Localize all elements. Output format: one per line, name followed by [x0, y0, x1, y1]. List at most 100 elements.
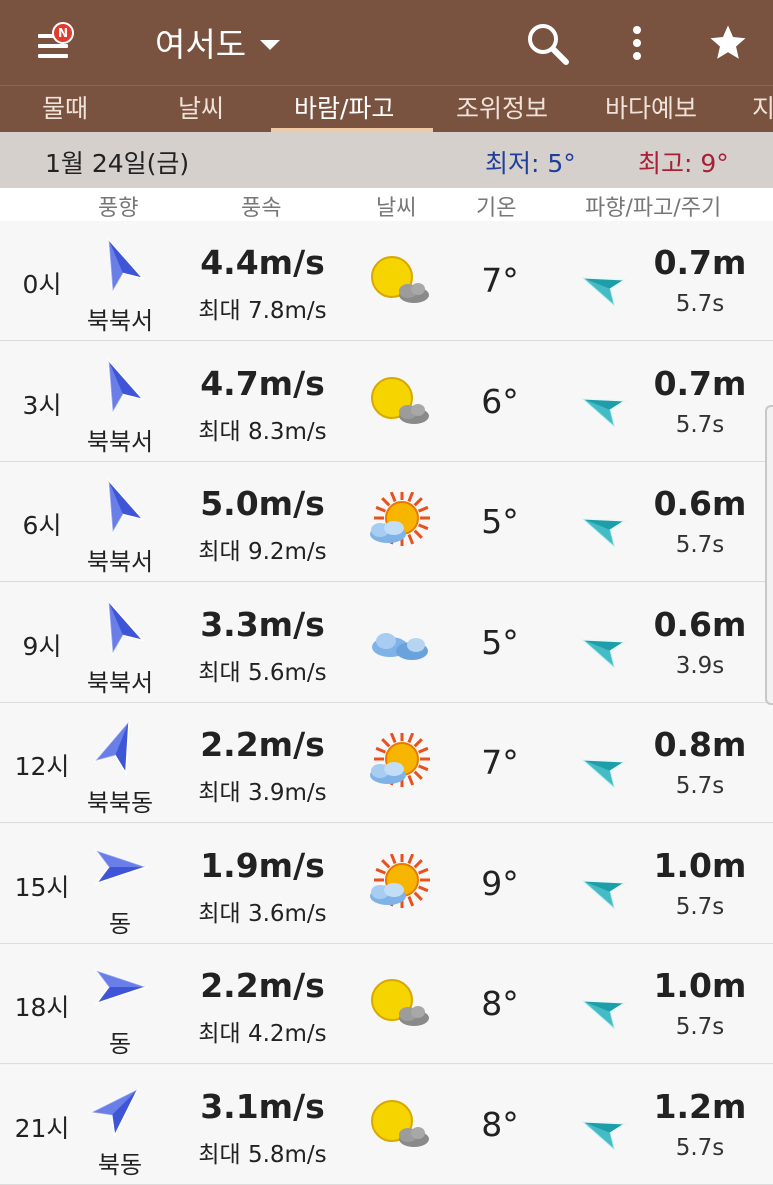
wave-direction-arrow-icon [578, 864, 628, 914]
wind-speed: 2.2m/s [200, 966, 325, 1005]
wave-period: 5.7s [675, 1014, 725, 1040]
wave-height: 0.6m [653, 484, 747, 523]
wave-direction-arrow-icon [578, 261, 628, 311]
wind-speed: 1.9m/s [200, 845, 325, 885]
temperature: 9° [481, 863, 519, 903]
wind-direction-label: 동 [108, 1030, 132, 1058]
col-wave: 파향/파고/주기 [585, 196, 722, 221]
temperature: 7° [481, 743, 519, 782]
wind-direction-label: 북북서 [86, 427, 154, 456]
max-wind-speed: 최대 7.8m/s [198, 298, 327, 324]
wind-direction-arrow-icon [88, 715, 150, 777]
tab-more[interactable]: 지 [752, 86, 773, 133]
search-button[interactable] [522, 18, 572, 68]
wind-speed: 4.4m/s [200, 243, 325, 282]
temperature: 5° [481, 502, 519, 541]
max-wind-speed: 최대 3.9m/s [198, 780, 327, 806]
forecast-row[interactable]: 12시 북북동 2.2m/s 최대 3.9m/s 7° 0.8m 5.7s [0, 703, 773, 823]
wave-direction-arrow-icon [578, 502, 628, 552]
col-wind-dir: 풍향 [98, 196, 139, 221]
row-hour: 3시 [22, 390, 62, 420]
location-selector[interactable]: 여서도 [155, 20, 281, 64]
wind-direction-label: 북동 [97, 1150, 143, 1179]
wave-period: 5.7s [675, 411, 725, 438]
wind-direction-arrow-icon [88, 956, 150, 1018]
wave-height: 0.7m [653, 363, 747, 403]
sun-behind-cloud-icon [366, 974, 432, 1034]
more-options-button[interactable] [612, 18, 662, 68]
wave-direction-arrow-icon [578, 382, 628, 432]
forecast-row[interactable]: 6시 북북서 5.0m/s 최대 9.2m/s 5° 0.6m 5.7s [0, 462, 773, 582]
wind-direction-arrow-icon [88, 595, 150, 657]
row-hour: 12시 [14, 752, 70, 781]
tab-tide[interactable]: 물때 [42, 86, 88, 133]
wave-period: 5.7s [675, 291, 725, 317]
col-temp: 기온 [476, 196, 517, 221]
wave-direction-arrow-icon [578, 743, 628, 793]
wind-speed: 3.1m/s [200, 1086, 325, 1126]
app-bar: N 여서도 [0, 0, 773, 85]
max-wind-speed: 최대 5.6m/s [198, 659, 327, 686]
max-wind-speed: 최대 3.6m/s [198, 900, 327, 927]
forecast-date: 1월 24일(금) [45, 149, 190, 178]
sun-partly-cloudy-icon [366, 731, 432, 793]
wind-direction-arrow-icon [88, 1077, 150, 1139]
wind-direction-label: 북북서 [86, 668, 154, 697]
sun-partly-cloudy-icon [366, 490, 432, 552]
wave-height: 0.7m [653, 243, 747, 282]
tab-weather[interactable]: 날씨 [178, 86, 224, 133]
max-wind-speed: 최대 9.2m/s [198, 539, 327, 565]
wind-speed: 5.0m/s [200, 484, 325, 523]
forecast-row[interactable]: 21시 북동 3.1m/s 최대 5.8m/s 8° 1.2m 5.7s [0, 1064, 773, 1185]
wind-speed: 3.3m/s [200, 604, 325, 644]
max-wind-speed: 최대 8.3m/s [198, 418, 327, 445]
temperature: 6° [481, 381, 519, 421]
wind-direction-label: 북북서 [86, 307, 154, 335]
forecast-row[interactable]: 9시 북북서 3.3m/s 최대 5.6m/s 5° 0.6m 3.9s [0, 582, 773, 703]
favorite-button[interactable] [703, 18, 753, 68]
tab-tide-level[interactable]: 조위정보 [456, 86, 548, 133]
wind-direction-label: 북북동 [86, 789, 154, 817]
star-icon [710, 25, 746, 59]
wind-direction-arrow-icon [88, 474, 150, 536]
scrollbar[interactable] [765, 405, 773, 705]
forecast-row[interactable]: 15시 동 1.9m/s 최대 3.6m/s 9° 1.0m 5.7s [0, 823, 773, 944]
wave-period: 3.9s [675, 652, 725, 679]
wave-height: 1.2m [653, 1086, 747, 1126]
wave-period: 5.7s [675, 1134, 725, 1161]
row-hour: 21시 [14, 1113, 70, 1143]
date-bar: 1월 24일(금) 최저: 5° 최고: 9° [0, 132, 773, 188]
row-hour: 6시 [22, 511, 62, 540]
wind-direction-label: 동 [108, 909, 132, 938]
col-wind-speed: 풍속 [241, 196, 282, 221]
tab-sea-forecast[interactable]: 바다예보 [605, 86, 697, 133]
row-hour: 9시 [22, 631, 62, 661]
location-name: 여서도 [155, 25, 247, 64]
wave-height: 0.8m [653, 725, 747, 764]
menu-button[interactable]: N [30, 22, 78, 66]
wave-height: 0.6m [653, 604, 747, 644]
forecast-row[interactable]: 0시 북북서 4.4m/s 최대 7.8m/s 7° 0.7m 5.7s [0, 221, 773, 341]
wave-direction-arrow-icon [578, 1105, 628, 1155]
wave-period: 5.7s [675, 532, 725, 558]
wave-direction-arrow-icon [578, 623, 628, 673]
tab-wind-wave[interactable]: 바람/파고 [294, 86, 394, 133]
temperature: 5° [481, 622, 519, 662]
cloudy-icon [366, 613, 432, 673]
dropdown-caret-icon [260, 40, 281, 50]
min-temp: 최저: 5° [485, 149, 576, 178]
wind-speed: 4.7m/s [200, 363, 325, 403]
tab-bar: 물때 날씨 바람/파고 조위정보 바다예보 지 [0, 85, 773, 132]
row-hour: 0시 [22, 270, 62, 299]
wave-period: 5.7s [675, 773, 725, 799]
wave-height: 1.0m [653, 966, 747, 1005]
row-hour: 15시 [14, 872, 70, 902]
col-weather: 날씨 [376, 196, 417, 221]
sun-behind-cloud-icon [366, 1095, 432, 1155]
search-icon [528, 24, 569, 65]
row-hour: 18시 [14, 993, 70, 1022]
forecast-row[interactable]: 3시 북북서 4.7m/s 최대 8.3m/s 6° 0.7m 5.7s [0, 341, 773, 462]
wind-speed: 2.2m/s [200, 725, 325, 764]
forecast-row[interactable]: 18시 동 2.2m/s 최대 4.2m/s 8° 1.0m 5.7s [0, 944, 773, 1064]
wave-period: 5.7s [675, 893, 725, 920]
